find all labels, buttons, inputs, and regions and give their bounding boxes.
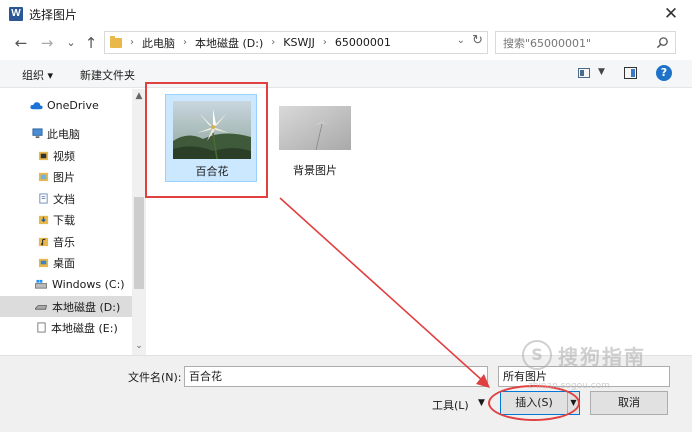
sidebar-item-this-pc[interactable]: 此电脑 [0, 123, 132, 144]
cancel-button[interactable]: 取消 [590, 391, 668, 415]
file-item-lily[interactable]: 百合花 [165, 94, 257, 182]
file-name: 背景图片 [293, 164, 337, 177]
sidebar-item-drive-c[interactable]: Windows (C:) [0, 274, 132, 295]
sidebar-item-onedrive[interactable]: OneDrive [0, 95, 132, 116]
sidebar-item-label: 视频 [53, 149, 75, 163]
navigation-bar: ← → ⌄ ↑ › 此电脑 › 本地磁盘 (D:) › KSWJJ › 6500… [0, 30, 692, 56]
dialog-footer: 文件名(N): 百合花 所有图片 工具(L) ▼ 插入(S) ▼ 取消 [0, 355, 692, 432]
preview-pane-icon[interactable] [624, 67, 637, 79]
desktop-folder-icon [38, 258, 49, 268]
filename-input[interactable]: 百合花 [184, 366, 488, 387]
cloud-icon [30, 102, 43, 110]
sidebar-item-label: 此电脑 [47, 127, 80, 141]
sidebar-item-label: 音乐 [53, 235, 75, 249]
sidebar-item-label: 文档 [53, 192, 75, 206]
sidebar-item-label: Windows (C:) [52, 278, 125, 291]
sidebar-item-drive-d[interactable]: 本地磁盘 (D:) [0, 296, 132, 317]
breadcrumb-separator: › [130, 37, 134, 48]
window-title: 选择图片 [29, 7, 78, 22]
drive-icon [35, 305, 48, 310]
refresh-icon[interactable]: ↻ [472, 33, 483, 48]
watermark-url: zhinan.sogou.com [528, 381, 610, 391]
scrollbar-thumb[interactable] [134, 197, 144, 289]
chevron-down-icon[interactable]: ▼ [478, 398, 485, 408]
filename-label: 文件名(N): [128, 371, 182, 384]
sidebar-item-desktop[interactable]: 桌面 [0, 252, 132, 273]
title-bar: W 选择图片 ✕ [0, 0, 692, 28]
file-name: 百合花 [195, 165, 229, 178]
sidebar-item-drive-e[interactable]: 本地磁盘 (E:) [0, 317, 132, 338]
view-mode-icon[interactable] [578, 68, 590, 78]
help-icon[interactable]: ? [656, 65, 672, 81]
sidebar-item-label: 图片 [53, 170, 75, 184]
sidebar-item-downloads[interactable]: 下载 [0, 209, 132, 230]
command-toolbar: 组织 ▾ 新建文件夹 ▼ ? [0, 60, 692, 88]
computer-icon [32, 128, 43, 139]
scroll-up-icon[interactable]: ▲ [132, 91, 145, 101]
navigation-pane: OneDrive 此电脑 视频 图片 文档 下载 音乐 桌面 Windows (… [0, 89, 146, 355]
sidebar-item-label: 本地磁盘 (E:) [51, 321, 118, 335]
word-app-icon: W [9, 7, 23, 21]
breadcrumb-separator: › [271, 37, 276, 48]
breadcrumb-kswjj[interactable]: KSWJJ [283, 36, 315, 49]
insert-button-label: 插入(S) [515, 396, 553, 409]
breadcrumb-65000001[interactable]: 65000001 [335, 36, 391, 49]
search-input[interactable]: 搜索"65000001" [503, 35, 591, 51]
sidebar-item-label: 本地磁盘 (D:) [52, 300, 121, 314]
organize-button[interactable]: 组织 ▾ [22, 67, 53, 83]
chevron-down-icon[interactable]: ▼ [598, 67, 605, 77]
up-button[interactable]: ↑ [82, 30, 100, 56]
insert-button[interactable]: 插入(S) ▼ [500, 391, 580, 415]
chevron-down-icon[interactable]: ⌄ [457, 35, 465, 46]
file-item-background[interactable]: 背景图片 [269, 94, 361, 182]
breadcrumb-separator: › [322, 37, 327, 48]
sidebar-item-music[interactable]: 音乐 [0, 231, 132, 252]
scroll-down-icon[interactable]: ⌄ [132, 341, 145, 351]
sidebar-item-videos[interactable]: 视频 [0, 145, 132, 166]
insert-split-arrow-icon[interactable]: ▼ [567, 392, 579, 414]
new-folder-button[interactable]: 新建文件夹 [80, 67, 135, 83]
breadcrumb-separator: › [183, 37, 187, 48]
picture-folder-icon [38, 172, 49, 182]
sidebar-item-pictures[interactable]: 图片 [0, 166, 132, 187]
document-folder-icon [39, 193, 48, 204]
drive-icon [37, 322, 46, 333]
sidebar-item-documents[interactable]: 文档 [0, 188, 132, 209]
breadcrumb-this-pc[interactable]: 此电脑 [142, 35, 175, 51]
windows-drive-icon [35, 279, 47, 289]
tools-menu-button[interactable]: 工具(L) [432, 397, 469, 413]
search-box[interactable]: 搜索"65000001" [495, 31, 676, 54]
music-folder-icon [38, 237, 49, 247]
recent-locations-button[interactable]: ⌄ [62, 30, 80, 56]
lily-thumbnail [173, 101, 251, 159]
download-folder-icon [38, 215, 49, 225]
sidebar-item-label: OneDrive [47, 99, 99, 112]
file-list: 百合花 背景图片 [147, 89, 692, 355]
search-icon[interactable] [656, 36, 669, 49]
close-button[interactable]: ✕ [660, 3, 682, 25]
sidebar-item-label: 桌面 [53, 256, 75, 270]
back-button[interactable]: ← [12, 30, 30, 56]
sidebar-item-label: 下载 [53, 213, 75, 227]
folder-icon [110, 35, 122, 48]
video-folder-icon [38, 151, 49, 161]
breadcrumb-drive-d[interactable]: 本地磁盘 (D:) [195, 35, 263, 51]
forward-button[interactable]: → [38, 30, 56, 56]
address-bar[interactable]: › 此电脑 › 本地磁盘 (D:) › KSWJJ › 65000001 ⌄ ↻ [104, 31, 488, 54]
background-thumbnail [279, 106, 351, 151]
sidebar-scrollbar[interactable]: ▲ ⌄ [132, 89, 145, 355]
